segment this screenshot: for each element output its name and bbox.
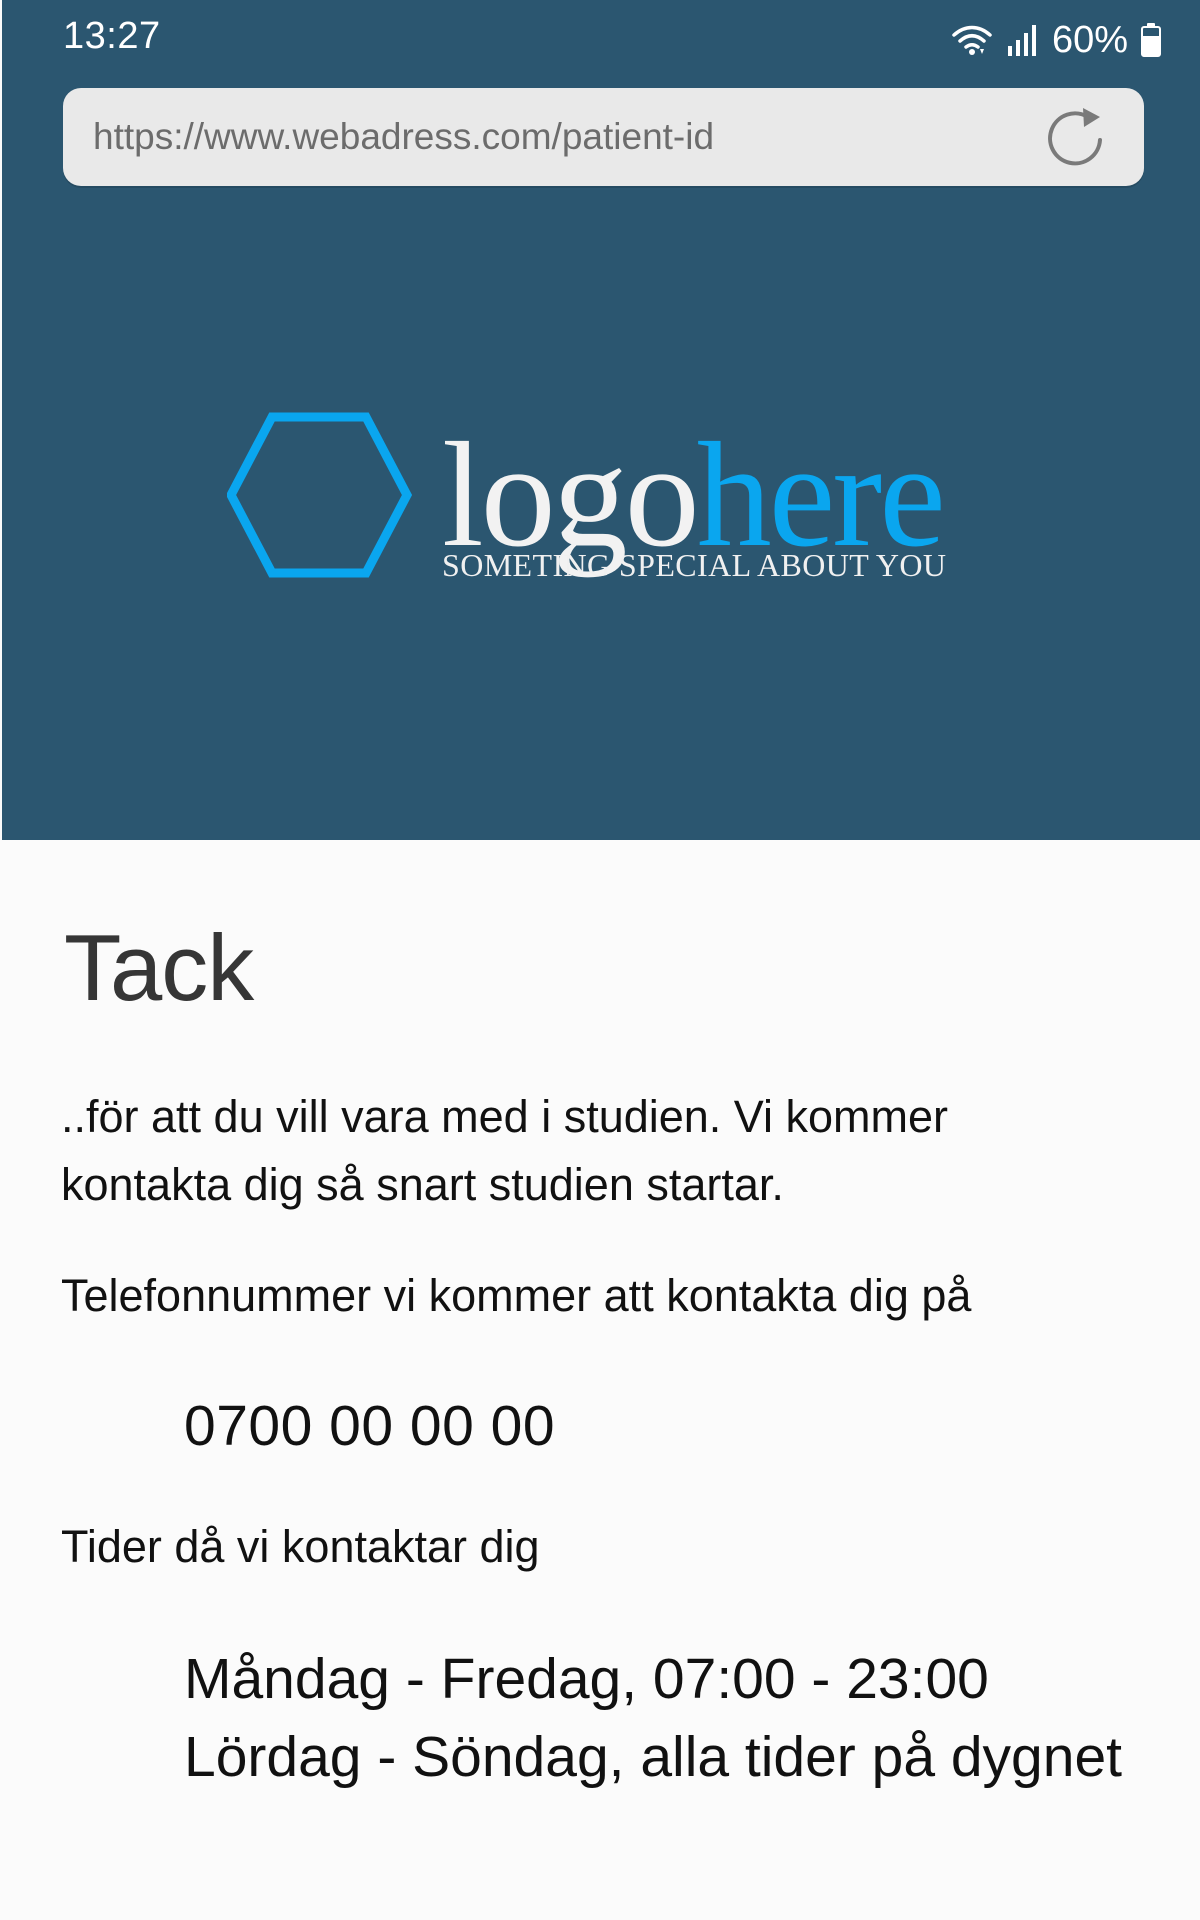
intro-text: ..för att du vill vara med i studien. Vi… xyxy=(61,1091,949,1210)
logo: logo here SOMETING SPECIAL ABOUT YOU xyxy=(227,410,987,610)
url-text[interactable]: https://www.webadress.com/patient-id xyxy=(93,114,714,160)
logo-slogan: SOMETING SPECIAL ABOUT YOU xyxy=(442,547,947,583)
status-time: 13:27 xyxy=(63,15,161,57)
wifi-icon xyxy=(952,25,992,55)
contact-time-weekend: Lördag - Söndag, alla tider på dygnet xyxy=(184,1725,1122,1789)
address-bar[interactable]: https://www.webadress.com/patient-id xyxy=(63,88,1144,186)
contact-time-weekdays: Måndag - Fredag, 07:00 - 23:00 xyxy=(184,1647,989,1711)
battery-percent: 60% xyxy=(1051,19,1128,61)
logo-wordmark: logo here xyxy=(442,410,946,570)
main-content: Tack ..för att du vill vara med i studie… xyxy=(0,840,1200,1920)
contact-times-label: Tider då vi kontaktar dig xyxy=(61,1521,540,1572)
hexagon-icon xyxy=(227,412,413,578)
phone-label: Telefonnummer vi kommer att kontakta dig… xyxy=(61,1270,972,1321)
signal-icon xyxy=(1007,25,1036,56)
header: 13:27 60% https://www.webadress.com/pati… xyxy=(2,0,1200,840)
reload-icon[interactable] xyxy=(1044,104,1110,170)
battery-icon xyxy=(1141,23,1161,57)
status-icons: 60% xyxy=(950,14,1162,66)
status-bar: 13:27 60% xyxy=(2,0,1200,76)
page-title: Tack xyxy=(64,915,254,1020)
phone-number: 0700 00 00 00 xyxy=(184,1394,556,1458)
